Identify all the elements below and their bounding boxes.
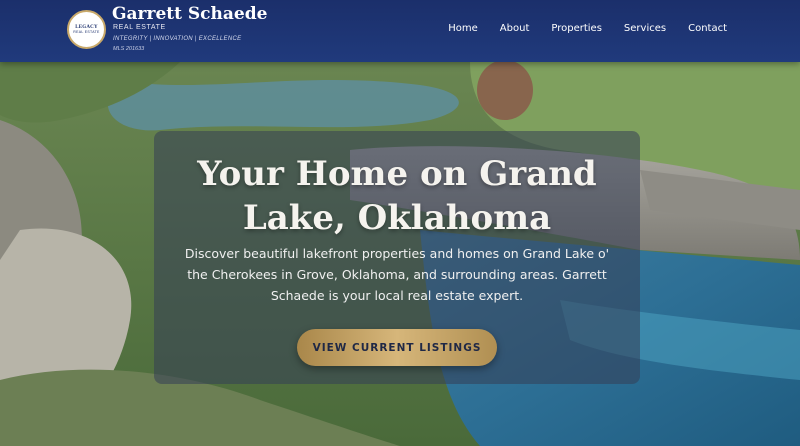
view-listings-button[interactable]: VIEW CURRENT LISTINGS (297, 329, 497, 366)
brand-name: Garrett Schaede (112, 4, 268, 24)
site-header: LEGACY REAL ESTATE Garrett Schaede REAL … (0, 0, 800, 62)
brand-tagline: INTEGRITY | INNOVATION | EXCELLENCE (113, 36, 242, 42)
hero-description: Discover beautiful lakefront properties … (184, 246, 610, 303)
brand-subtitle: REAL ESTATE (113, 24, 166, 31)
nav-link-about[interactable]: About (500, 23, 530, 34)
nav-link-properties[interactable]: Properties (551, 23, 602, 34)
brand-mls-number: MLS 201633 (113, 46, 145, 52)
hero-title: Your Home on Grand Lake, Oklahoma (197, 154, 597, 238)
logo-bottom-text: REAL ESTATE (73, 30, 100, 34)
nav-link-contact[interactable]: Contact (688, 23, 727, 34)
nav-link-services[interactable]: Services (624, 23, 666, 34)
brand-logo[interactable]: LEGACY REAL ESTATE (67, 10, 106, 49)
hero-card: Your Home on Grand Lake, Oklahoma Discov… (154, 131, 640, 384)
main-nav: Home About Properties Services Contact (448, 23, 727, 34)
nav-link-home[interactable]: Home (448, 23, 478, 34)
